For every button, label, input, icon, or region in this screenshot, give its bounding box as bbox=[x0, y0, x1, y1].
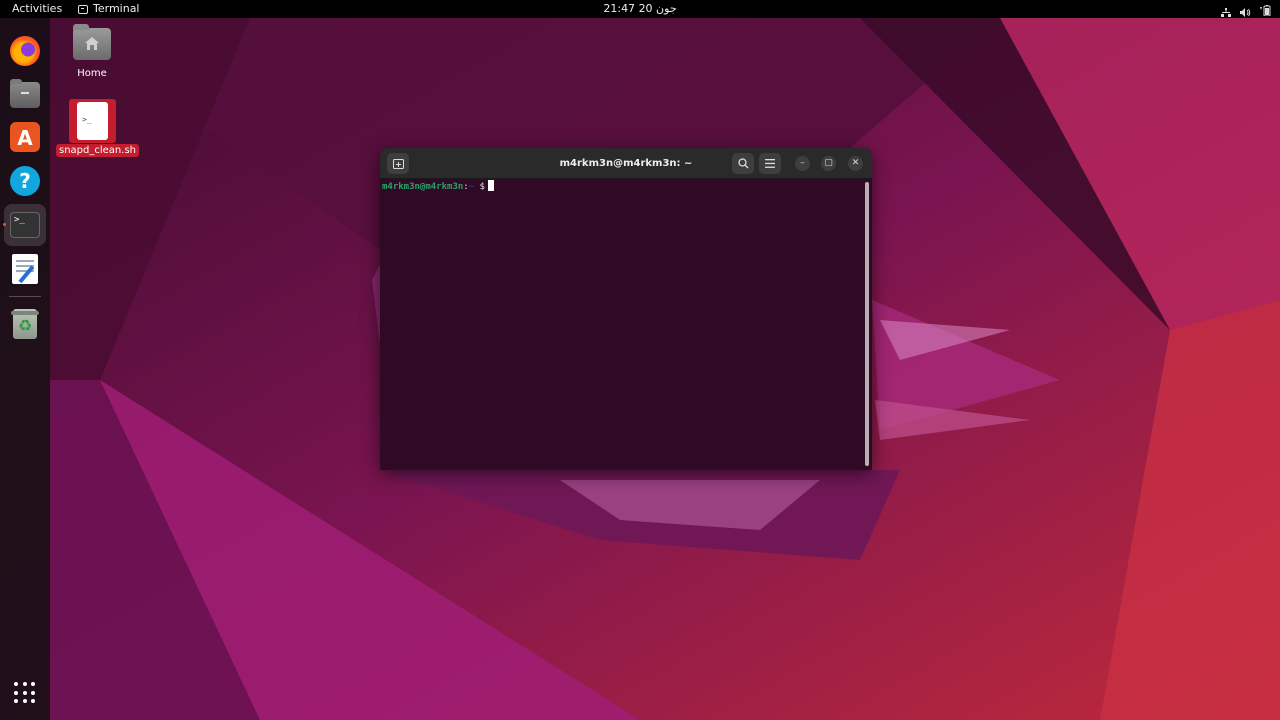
dock-item-terminal[interactable]: >_ bbox=[4, 204, 46, 246]
help-icon: ? bbox=[10, 166, 40, 196]
maximize-button[interactable]: ▢ bbox=[821, 156, 836, 171]
firefox-icon bbox=[10, 36, 40, 66]
terminal-icon: >_ bbox=[10, 212, 40, 238]
dock-item-text-editor[interactable] bbox=[4, 248, 46, 290]
app-store-icon: A bbox=[10, 122, 40, 152]
top-bar: Activities Terminal 21:47 جون 20 bbox=[0, 0, 1280, 18]
home-folder-icon bbox=[73, 24, 111, 60]
show-applications-button[interactable] bbox=[4, 672, 46, 714]
prompt-line: m4rkm3n@m4rkm3n:~ $ bbox=[382, 180, 866, 193]
running-indicator bbox=[3, 223, 6, 226]
close-button[interactable]: ✕ bbox=[848, 156, 863, 171]
dock-separator bbox=[9, 296, 41, 297]
script-file-label[interactable]: snapd_clean.sh bbox=[56, 144, 139, 157]
terminal-output[interactable]: m4rkm3n@m4rkm3n:~ $ bbox=[382, 180, 866, 470]
files-icon bbox=[10, 79, 40, 108]
prompt-symbol: $ bbox=[479, 182, 485, 192]
apps-grid-icon bbox=[14, 682, 36, 704]
text-cursor bbox=[487, 180, 494, 191]
network-icon[interactable] bbox=[1221, 5, 1231, 17]
search-icon bbox=[737, 158, 748, 169]
trash-icon: ♻ bbox=[11, 309, 39, 339]
text-editor-icon bbox=[12, 254, 38, 284]
battery-icon[interactable] bbox=[1260, 4, 1271, 16]
dock-item-firefox[interactable] bbox=[4, 30, 46, 72]
script-file-icon[interactable]: >_ bbox=[77, 102, 108, 140]
system-tray[interactable] bbox=[1221, 0, 1271, 18]
volume-icon[interactable] bbox=[1240, 5, 1251, 17]
desktop-home-folder[interactable]: Home bbox=[52, 24, 132, 79]
dock-item-help[interactable]: ? bbox=[4, 160, 46, 202]
terminal-window[interactable]: m4rkm3n@m4rkm3n: ~ – ▢ ✕ m4rkm3n@m4rkm3n… bbox=[380, 148, 872, 470]
dock-item-files[interactable] bbox=[4, 74, 46, 116]
search-button[interactable] bbox=[732, 153, 754, 174]
dock-item-app-store[interactable]: A bbox=[4, 116, 46, 158]
prompt-user: m4rkm3n@m4rkm3n bbox=[382, 182, 464, 192]
home-folder-label: Home bbox=[77, 68, 107, 79]
terminal-scrollbar[interactable] bbox=[865, 182, 869, 466]
clock-button[interactable]: 21:47 جون 20 bbox=[0, 0, 1280, 18]
dock: A ? >_ ♻ bbox=[0, 18, 50, 720]
minimize-button[interactable]: – bbox=[795, 156, 810, 171]
prompt-path: ~ bbox=[468, 182, 475, 192]
hamburger-menu-icon bbox=[765, 159, 775, 168]
dock-item-trash[interactable]: ♻ bbox=[4, 303, 46, 345]
terminal-header-bar[interactable]: m4rkm3n@m4rkm3n: ~ – ▢ ✕ bbox=[380, 148, 872, 179]
menu-button[interactable] bbox=[759, 153, 781, 174]
